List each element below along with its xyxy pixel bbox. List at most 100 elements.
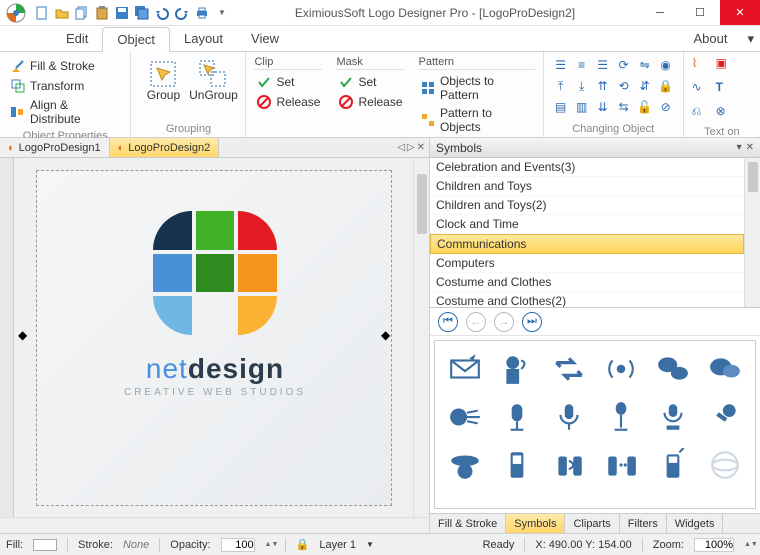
qat-copy-icon[interactable] <box>74 5 90 21</box>
scrollbar-vertical[interactable] <box>413 158 429 517</box>
text-curve-icon[interactable]: ∿ <box>692 80 712 100</box>
clip-release-button[interactable]: Release <box>254 92 322 112</box>
canvas[interactable]: netdesign CREATIVE WEB STUDIOS ◆ ◆ <box>14 158 413 517</box>
text-remove-icon[interactable]: ⊗ <box>716 104 736 124</box>
maximize-button[interactable]: ☐ <box>680 0 720 25</box>
category-item[interactable]: Children and Toys(2) <box>430 196 744 215</box>
symbol-mic-stand-icon[interactable] <box>597 395 645 439</box>
bottom-tab-widgets[interactable]: Widgets <box>667 514 724 533</box>
symbol-shout-icon[interactable] <box>441 395 489 439</box>
logo-object[interactable]: netdesign CREATIVE WEB STUDIOS <box>123 211 307 398</box>
qat-save-icon[interactable] <box>114 5 130 21</box>
tab-object[interactable]: Object <box>102 27 170 52</box>
category-item[interactable]: Clock and Time <box>430 215 744 234</box>
symbol-talking-person-icon[interactable] <box>493 347 541 391</box>
unlock-icon[interactable]: 🔓 <box>636 98 654 116</box>
tab-edit[interactable]: Edit <box>52 26 102 51</box>
align-center-icon[interactable]: ≡ <box>573 56 591 74</box>
about-link[interactable]: About <box>679 26 741 51</box>
tab-view[interactable]: View <box>237 26 293 51</box>
doc-tab-2[interactable]: ◐LogoProDesign2 <box>110 138 220 157</box>
handle-right[interactable]: ◆ <box>381 328 391 338</box>
qat-undo-icon[interactable] <box>154 5 170 21</box>
symbol-phone-flip-icon[interactable] <box>649 443 697 487</box>
fill-swatch[interactable] <box>33 539 57 551</box>
tab-next-icon[interactable]: ▷ <box>407 142 415 153</box>
flip-v-icon[interactable]: ⇵ <box>636 77 654 95</box>
tab-prev-icon[interactable]: ◁ <box>397 142 405 153</box>
opacity-input[interactable] <box>221 538 255 552</box>
group-button[interactable]: Group <box>139 56 187 121</box>
category-item[interactable]: Computers <box>430 254 744 273</box>
bottom-tab-fillstroke[interactable]: Fill & Stroke <box>430 514 506 533</box>
qat-new-icon[interactable] <box>34 5 50 21</box>
qat-dropdown-icon[interactable]: ▼ <box>214 5 230 21</box>
text-flow-icon[interactable]: ⎌ <box>692 104 712 124</box>
symbol-retro-mic-icon[interactable] <box>493 395 541 439</box>
panel-close-icon[interactable]: ✕ <box>746 142 754 153</box>
rotate-cw-icon[interactable]: ⟳ <box>615 56 633 74</box>
align-left-icon[interactable]: ☰ <box>552 56 570 74</box>
qat-redo-icon[interactable] <box>174 5 190 21</box>
close-button[interactable]: ✕ <box>720 0 760 25</box>
layer-name[interactable]: Layer 1 <box>319 539 356 551</box>
zoom-input[interactable] <box>694 538 734 552</box>
bring-front-icon[interactable]: ▥ <box>573 98 591 116</box>
nav-last-button[interactable]: ⏭ <box>522 312 542 332</box>
symbol-envelope-icon[interactable] <box>441 347 489 391</box>
qat-print-icon[interactable] <box>194 5 210 21</box>
symbol-speech-overlap-icon[interactable] <box>701 347 749 391</box>
visibility-icon[interactable]: ◉ <box>657 56 675 74</box>
mask-set-button[interactable]: Set <box>336 72 404 92</box>
objects-to-pattern-button[interactable]: Objects to Pattern <box>419 72 535 104</box>
symbol-phone-transfer-icon[interactable] <box>597 443 645 487</box>
minimize-button[interactable]: ─ <box>640 0 680 25</box>
tab-layout[interactable]: Layout <box>170 26 237 51</box>
rotate-ccw-icon[interactable]: ⟲ <box>615 77 633 95</box>
flip-h-icon[interactable]: ⇋ <box>636 56 654 74</box>
handle-left[interactable]: ◆ <box>18 328 28 338</box>
align-right-icon[interactable]: ☰ <box>594 56 612 74</box>
lock-icon[interactable]: 🔒 <box>657 77 675 95</box>
symbol-mic-desk-icon[interactable] <box>649 395 697 439</box>
reflect-icon[interactable]: ⇆ <box>615 98 633 116</box>
category-item[interactable]: Celebration and Events(3) <box>430 158 744 177</box>
clip-set-button[interactable]: Set <box>254 72 322 92</box>
help-dropdown[interactable]: ▾ <box>741 26 760 51</box>
layer-dropdown-icon[interactable]: ▼ <box>366 540 374 549</box>
symbol-arrows-exchange-icon[interactable] <box>545 347 593 391</box>
symbol-chat-bubbles-icon[interactable] <box>649 347 697 391</box>
category-item-selected[interactable]: Communications <box>430 234 744 254</box>
scrollbar-horizontal[interactable] <box>0 517 429 533</box>
text-path-icon[interactable]: ⌇ <box>692 56 712 76</box>
ungroup-button[interactable]: UnGroup <box>189 56 237 121</box>
symbol-cellphone-icon[interactable] <box>493 443 541 487</box>
stroke-value[interactable]: None <box>123 539 149 551</box>
send-back-icon[interactable]: ▤ <box>552 98 570 116</box>
category-item[interactable]: Costume and Clothes <box>430 273 744 292</box>
text-t-icon[interactable]: T <box>716 80 736 100</box>
category-scrollbar[interactable] <box>744 158 760 307</box>
bottom-tab-cliparts[interactable]: Cliparts <box>565 514 619 533</box>
text-box-icon[interactable]: ▣ <box>716 56 736 76</box>
qat-paste-icon[interactable] <box>94 5 110 21</box>
symbol-handheld-mic-icon[interactable] <box>701 395 749 439</box>
symbol-phone-signal-icon[interactable] <box>545 443 593 487</box>
tab-close-icon[interactable]: ✕ <box>417 142 425 153</box>
mask-release-button[interactable]: Release <box>336 92 404 112</box>
artboard[interactable]: netdesign CREATIVE WEB STUDIOS <box>36 170 392 506</box>
symbol-globe-icon[interactable] <box>701 443 749 487</box>
transform-button[interactable]: Transform <box>8 76 122 96</box>
to-top-icon[interactable]: ⇈ <box>594 77 612 95</box>
to-bottom-icon[interactable]: ⇊ <box>594 98 612 116</box>
category-item[interactable]: Costume and Clothes(2) <box>430 292 744 308</box>
layer-lock-icon[interactable]: 🔒 <box>296 538 310 551</box>
bottom-tab-filters[interactable]: Filters <box>620 514 667 533</box>
qat-open-icon[interactable] <box>54 5 70 21</box>
fill-stroke-button[interactable]: Fill & Stroke <box>8 56 122 76</box>
qat-saveall-icon[interactable] <box>134 5 150 21</box>
align-distribute-button[interactable]: Align & Distribute <box>8 96 122 128</box>
nav-next-button[interactable]: → <box>494 312 514 332</box>
symbol-rotary-phone-icon[interactable] <box>441 443 489 487</box>
nav-prev-button[interactable]: ← <box>466 312 486 332</box>
